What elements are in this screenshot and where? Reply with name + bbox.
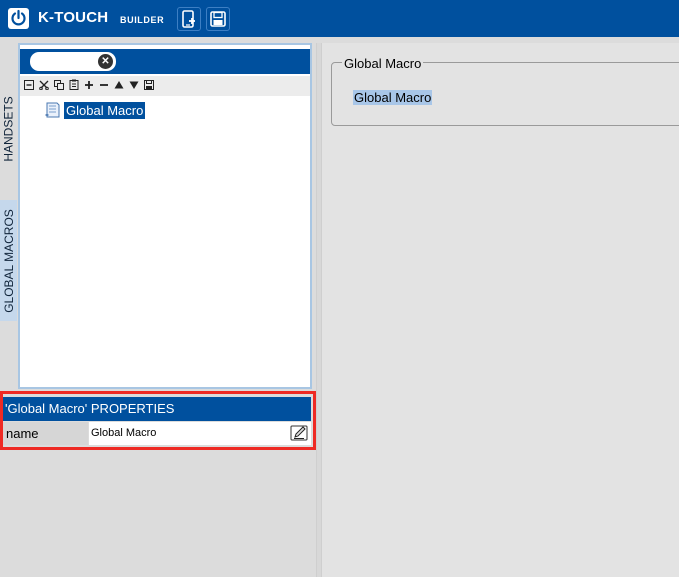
tab-global-macros-label: GLOBAL MACROS [1,208,16,313]
property-row: name Global Macro [3,422,311,445]
tree-panel: ✕ Global Macro [18,43,312,389]
paste-icon[interactable] [69,79,79,93]
save-icon [210,11,226,27]
new-device-icon [182,10,195,28]
new-device-button[interactable] [177,7,201,31]
top-bar: K-TOUCH BUILDER [0,0,679,37]
save-button[interactable] [206,7,230,31]
power-logo-icon [8,8,29,29]
fieldset-legend: Global Macro [342,56,424,71]
move-up-icon[interactable] [114,80,124,93]
brand-subtitle: BUILDER [120,15,165,25]
add-icon[interactable] [84,80,94,93]
tab-handsets-label: HANDSETS [1,96,16,162]
copy-icon[interactable] [54,79,64,93]
tab-handsets[interactable]: HANDSETS [0,76,17,182]
edit-icon[interactable] [290,424,309,442]
properties-title: 'Global Macro' PROPERTIES [3,397,311,421]
document-icon [44,101,62,119]
macro-name-text[interactable]: Global Macro [353,90,433,105]
property-name: name [3,422,88,445]
property-value-field[interactable]: Global Macro [89,422,311,445]
property-value: Global Macro [91,427,157,439]
collapse-icon[interactable] [24,79,34,93]
remove-icon[interactable] [99,80,109,93]
cut-icon[interactable] [39,80,49,93]
tree-save-icon[interactable] [144,79,154,93]
tab-global-macros[interactable]: GLOBAL MACROS [0,200,17,321]
move-down-icon[interactable] [129,80,139,93]
tree-toolbar [20,76,310,96]
brand-name: K-TOUCH [38,9,109,26]
tree-item-label: Global Macro [64,101,146,119]
tree-search-bar: ✕ [20,49,310,74]
tree-item-global-macro[interactable]: Global Macro [44,99,146,121]
clear-search-icon[interactable]: ✕ [98,54,113,69]
